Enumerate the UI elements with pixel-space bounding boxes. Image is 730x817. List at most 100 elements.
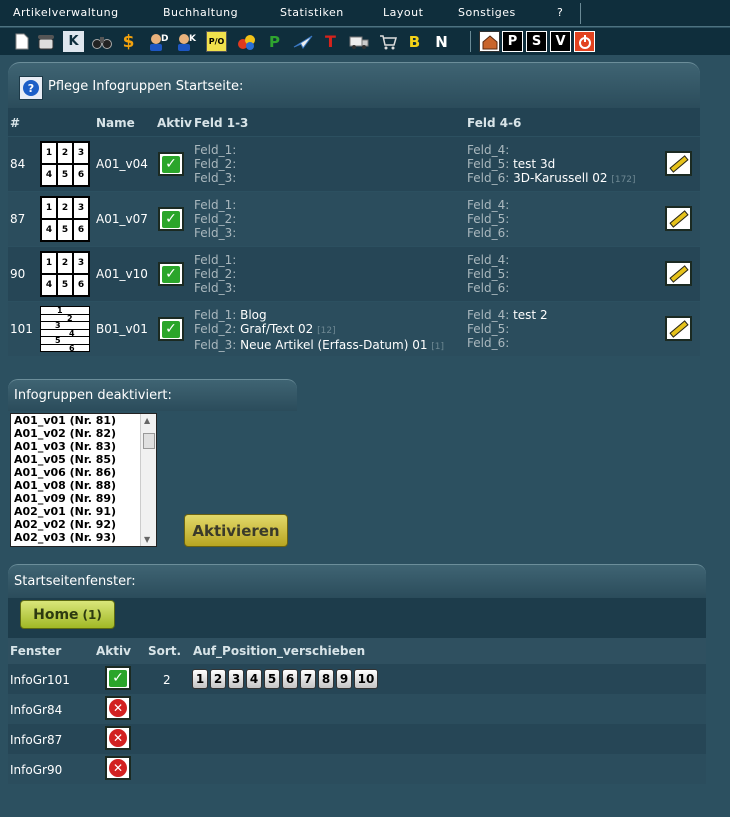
user-k-icon[interactable]: K [176, 31, 197, 52]
label: Feld_4: [467, 253, 510, 267]
position-8-button[interactable]: 8 [318, 669, 334, 689]
menu-help[interactable]: ? [557, 6, 563, 19]
grid-cell: 3 [73, 252, 89, 274]
list-item[interactable]: A01_v05 (Nr. 85) [11, 453, 156, 466]
pio-icon[interactable]: P/O [206, 31, 227, 52]
grid-cell: 1 [41, 197, 57, 219]
menu-sonstiges[interactable]: Sonstiges [458, 6, 516, 19]
edit-pencil-icon[interactable] [665, 151, 692, 176]
value: 3D-Karussell 02 [513, 171, 608, 185]
position-1-button[interactable]: 1 [192, 669, 208, 689]
inactive-x-icon[interactable]: ✕ [105, 726, 131, 750]
list-item[interactable]: A01_v06 (Nr. 86) [11, 466, 156, 479]
power-icon[interactable] [574, 31, 595, 52]
active-check-icon[interactable]: ✓ [158, 317, 184, 341]
list-item[interactable]: A01_v09 (Nr. 89) [11, 492, 156, 505]
v-box-icon[interactable]: V [550, 31, 571, 52]
listbox-scrollbar[interactable]: ▲ ▼ [140, 414, 156, 546]
position-6-button[interactable]: 6 [282, 669, 298, 689]
svg-text:K: K [189, 34, 197, 44]
p-green-icon[interactable]: P [264, 31, 285, 52]
phone-icon[interactable] [35, 31, 56, 52]
new-document-icon[interactable] [11, 31, 32, 52]
menu-buchhaltung[interactable]: Buchhaltung [163, 6, 238, 19]
value: Graf/Text 02 [240, 322, 314, 336]
active-check-icon[interactable]: ✓ [158, 152, 184, 176]
position-7-button[interactable]: 7 [300, 669, 316, 689]
help-button[interactable]: ? [19, 76, 43, 100]
cart-icon[interactable] [377, 31, 398, 52]
deaktiviert-listbox[interactable]: A01_v01 (Nr. 81) A01_v02 (Nr. 82) A01_v0… [10, 413, 157, 547]
label: Feld_5: [467, 322, 510, 336]
list-item[interactable]: A02_v01 (Nr. 91) [11, 505, 156, 518]
home-tab-button[interactable]: Home (1) [20, 600, 115, 629]
menu-layout[interactable]: Layout [383, 6, 423, 19]
list-item[interactable]: A02_v03 (Nr. 93) [11, 531, 156, 544]
table-row: InfoGr87 ✕ [8, 724, 706, 754]
panel-title: Pflege Infogruppen Startseite: [48, 79, 244, 94]
edit-pencil-icon[interactable] [665, 316, 692, 341]
edit-pencil-icon[interactable] [665, 261, 692, 286]
table-row: InfoGr90 ✕ [8, 754, 706, 784]
list-item[interactable]: A01_v01 (Nr. 81) [11, 414, 156, 427]
inactive-x-icon[interactable]: ✕ [105, 696, 131, 720]
truck-icon[interactable] [348, 31, 369, 52]
plane-icon[interactable] [292, 31, 313, 52]
label: Feld_2: [194, 322, 237, 336]
position-2-button[interactable]: 2 [210, 669, 226, 689]
palette-icon[interactable] [236, 31, 257, 52]
question-icon: ? [23, 80, 39, 96]
binoculars-icon[interactable] [91, 31, 112, 52]
active-check-icon[interactable]: ✓ [158, 262, 184, 286]
scroll-down-icon[interactable]: ▼ [144, 535, 150, 544]
svg-text:D: D [161, 34, 168, 44]
dollar-icon[interactable]: $ [118, 31, 139, 52]
value: test 2 [513, 308, 548, 322]
list-item[interactable]: A01_v08 (Nr. 88) [11, 479, 156, 492]
label: Feld_3: [194, 281, 237, 295]
label: Feld_3: [194, 226, 237, 240]
label: Feld_4: [467, 198, 510, 212]
menu-artikelverwaltung[interactable]: Artikelverwaltung [13, 6, 119, 19]
fenster-name: InfoGr87 [10, 733, 63, 747]
active-check-icon[interactable]: ✓ [158, 207, 184, 231]
label: Feld_3: [194, 338, 237, 352]
col-aktiv: Aktiv [96, 644, 131, 658]
menu-statistiken[interactable]: Statistiken [280, 6, 344, 19]
label: Feld_3: [194, 171, 237, 185]
inactive-x-icon[interactable]: ✕ [105, 756, 131, 780]
home-icon[interactable] [479, 31, 500, 52]
p-box-icon[interactable]: P [502, 31, 523, 52]
position-4-button[interactable]: 4 [246, 669, 262, 689]
aktivieren-button[interactable]: Aktivieren [184, 514, 288, 547]
edit-pencil-icon[interactable] [665, 206, 692, 231]
t-red-icon[interactable]: T [320, 31, 341, 52]
position-5-button[interactable]: 5 [264, 669, 280, 689]
table-row: InfoGr84 ✕ [8, 694, 706, 724]
position-9-button[interactable]: 9 [336, 669, 352, 689]
t-red-letter: T [325, 32, 336, 51]
n-letter-icon[interactable]: N [431, 31, 452, 52]
list-item[interactable]: A01_v03 (Nr. 83) [11, 440, 156, 453]
position-10-button[interactable]: 10 [354, 669, 378, 689]
position-3-button[interactable]: 3 [228, 669, 244, 689]
dollar-symbol: $ [122, 31, 135, 52]
k-letter-icon[interactable]: K [63, 31, 84, 52]
s-box-icon[interactable]: S [526, 31, 547, 52]
grid-cell: 2 [57, 252, 73, 274]
feld-1-3: Feld_1: Blog Feld_2: Graf/Text 02 [12] F… [194, 308, 444, 354]
label: Feld_1: [194, 198, 237, 212]
label: Feld_4: [467, 308, 510, 322]
layout-stripes-icon: 1 2 3 4 5 6 [40, 306, 90, 352]
user-d-icon[interactable]: D [148, 31, 169, 52]
layout-grid-icon: 123 456 [40, 196, 90, 242]
list-item[interactable]: A01_v02 (Nr. 82) [11, 427, 156, 440]
b-letter-icon[interactable]: B [404, 31, 425, 52]
table-header: # Name Aktiv Feld 1-3 Feld 4-6 [8, 108, 700, 136]
row-name: A01_v10 [96, 267, 148, 281]
active-check-icon[interactable]: ✓ [105, 666, 131, 690]
toolbar: K $ D K P/O P T B N P S V [0, 28, 730, 55]
list-item[interactable]: A02_v02 (Nr. 92) [11, 518, 156, 531]
scroll-thumb[interactable] [143, 433, 155, 449]
scroll-up-icon[interactable]: ▲ [144, 416, 150, 425]
